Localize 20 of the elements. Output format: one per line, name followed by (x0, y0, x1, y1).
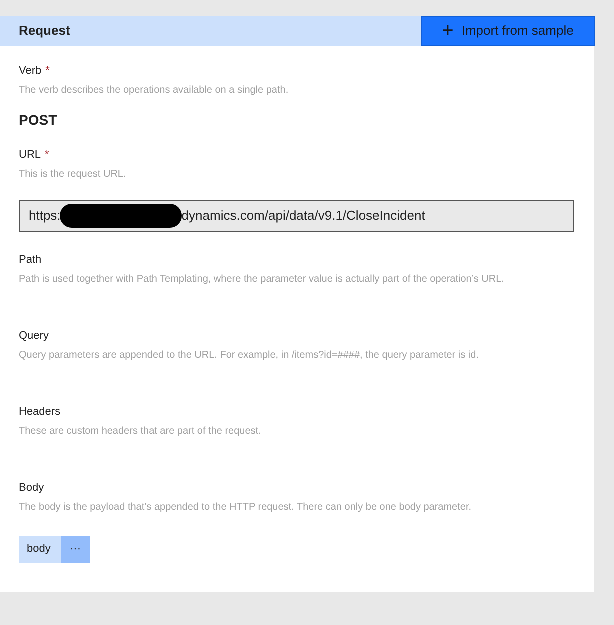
field-label: Query (19, 329, 49, 344)
field-label: Headers (19, 405, 61, 420)
field-label: Body (19, 481, 44, 496)
field-description: Path is used together with Path Templating, where the parameter value is actually part of the operation’s URL. (19, 273, 506, 287)
field-description: This is the request URL. (19, 168, 128, 182)
more-options-button[interactable]: ··· (61, 536, 90, 563)
url-field[interactable]: https: dynamics.com/api/data/v9.1/CloseIncident (19, 200, 574, 232)
required-mark: * (46, 64, 50, 79)
field-label: URL (19, 148, 42, 163)
field-description: The body is the payload that’s appended to the HTTP request. There can only be one body parameter. (19, 501, 473, 515)
section-title: Request (19, 22, 70, 40)
field-value: POST (19, 111, 58, 129)
parameter-chip[interactable]: body (19, 536, 61, 563)
field-description: These are custom headers that are part of the request. (19, 425, 262, 439)
required-mark: * (45, 148, 50, 163)
import-from-sample-button[interactable]: + Import from sample (421, 16, 595, 46)
field-label: Verb (19, 64, 42, 79)
field-description: Query parameters are appended to the URL. For example, in /items?id=####, the query parameter is id. (19, 349, 480, 363)
field-label: Path (19, 253, 42, 268)
field-description: The verb describes the operations available on a single path. (19, 84, 290, 98)
